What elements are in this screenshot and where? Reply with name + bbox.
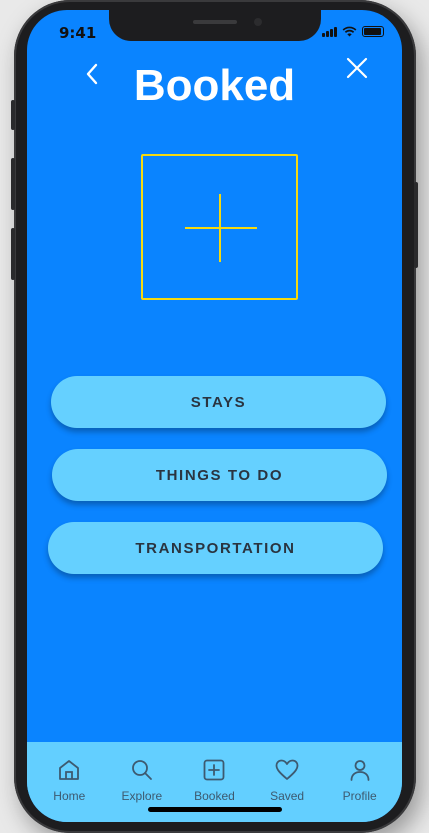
tab-profile[interactable]: Profile (325, 742, 395, 822)
tab-profile-label: Profile (342, 789, 377, 803)
tab-home[interactable]: Home (34, 742, 104, 822)
stays-button[interactable]: STAYS (51, 376, 386, 428)
notch (109, 10, 321, 41)
home-icon (59, 760, 80, 780)
volume-up-button (11, 158, 15, 210)
person-icon (350, 760, 370, 781)
battery-icon (362, 26, 384, 37)
tab-booked-label: Booked (194, 789, 235, 803)
search-icon (131, 760, 152, 780)
add-booking-button[interactable] (141, 154, 298, 300)
tab-home-label: Home (53, 789, 86, 803)
plus-square-icon (204, 759, 225, 781)
speaker-grille (193, 20, 237, 24)
heart-icon (275, 759, 299, 780)
volume-down-button (11, 228, 15, 280)
cellular-signal-icon (322, 26, 337, 37)
mute-switch (11, 100, 15, 130)
tab-saved-label: Saved (270, 789, 305, 803)
tab-explore-label: Explore (121, 789, 163, 803)
app-screen: 9:41 Booked STAYS THINGS TO DO TRANSPORT… (27, 10, 402, 822)
close-button[interactable] (343, 54, 371, 82)
status-icons (322, 26, 384, 37)
home-indicator (148, 807, 282, 812)
wifi-icon (342, 26, 357, 37)
transportation-button[interactable]: TRANSPORTATION (48, 522, 383, 574)
status-time: 9:41 (59, 24, 97, 42)
power-button (414, 182, 418, 268)
close-icon (346, 57, 368, 79)
front-camera (254, 18, 262, 26)
things-to-do-button[interactable]: THINGS TO DO (52, 449, 387, 501)
